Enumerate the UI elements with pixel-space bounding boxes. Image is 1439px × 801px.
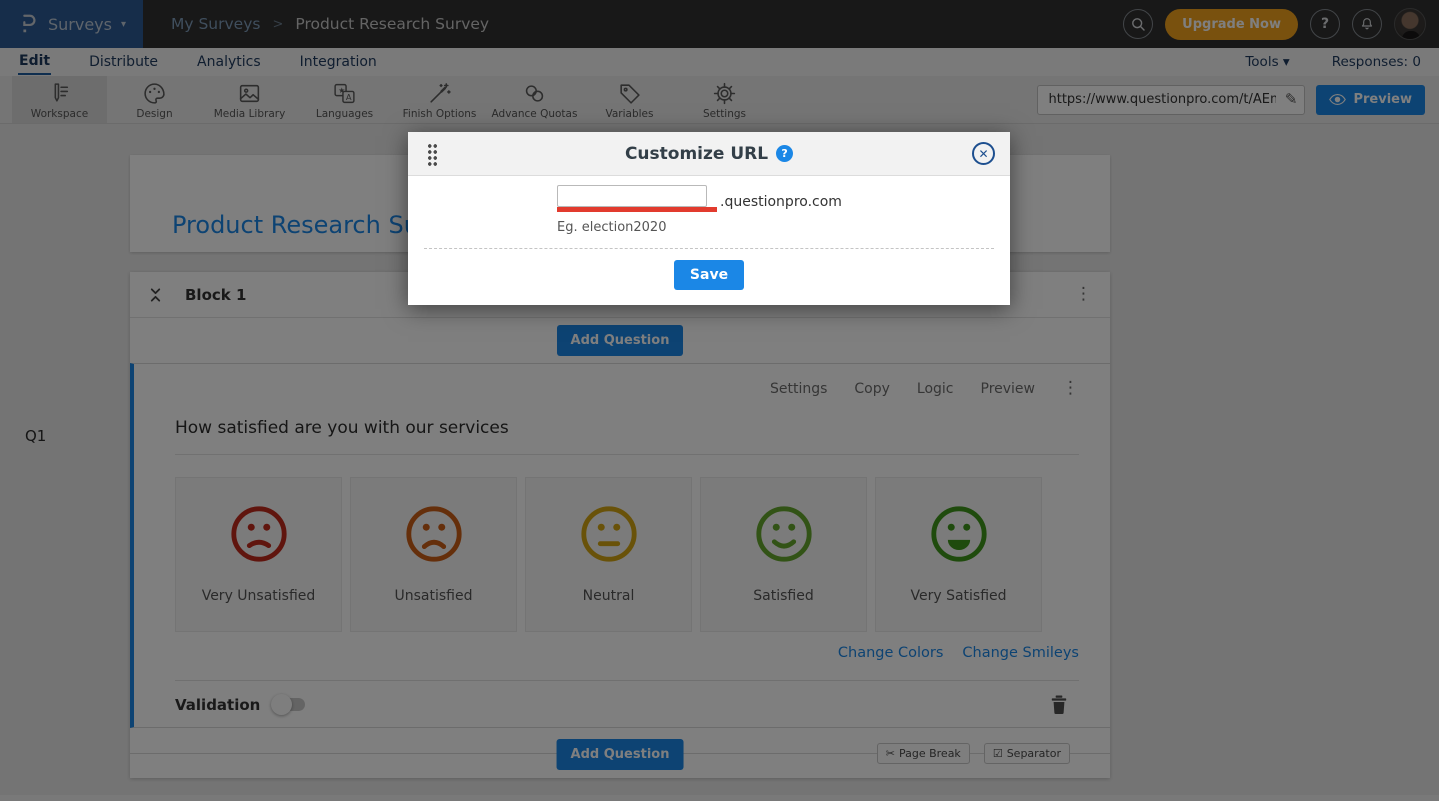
help-circle-icon[interactable]: ? — [776, 145, 793, 162]
modal-body: .questionpro.com Eg. election2020 — [408, 185, 1010, 235]
drag-handle-icon[interactable] — [427, 143, 438, 166]
close-icon[interactable]: ✕ — [972, 142, 995, 165]
validation-error-underline — [557, 207, 717, 212]
modal-title: Customize URL — [625, 144, 768, 164]
example-hint: Eg. election2020 — [557, 220, 1010, 235]
modal-backdrop[interactable] — [0, 0, 1439, 801]
custom-url-input[interactable] — [557, 185, 707, 207]
modal-header: Customize URL ? ✕ — [408, 132, 1010, 176]
customize-url-modal: Customize URL ? ✕ .questionpro.com Eg. e… — [408, 132, 1010, 305]
modal-divider — [424, 248, 994, 249]
save-button[interactable]: Save — [674, 260, 744, 290]
domain-suffix: .questionpro.com — [720, 194, 842, 210]
